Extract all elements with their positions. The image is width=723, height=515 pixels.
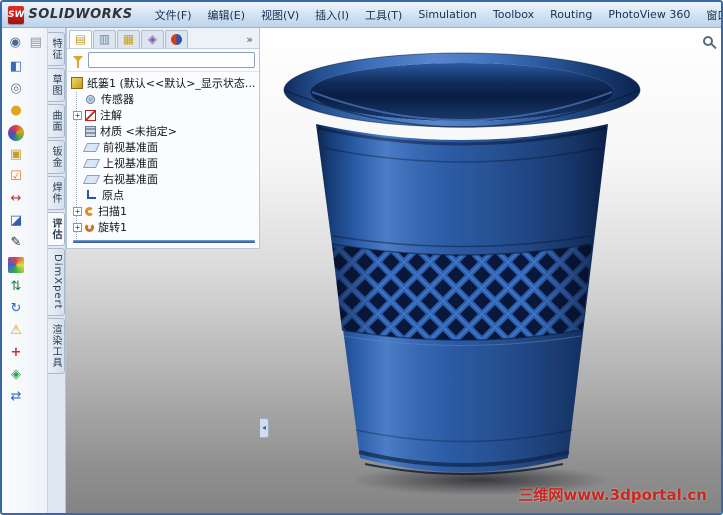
section-view-icon[interactable]: ◪: [6, 211, 26, 231]
expand-spacer: [73, 143, 82, 152]
displaymanager-icon: [171, 34, 182, 45]
pin-icon[interactable]: ◉: [6, 33, 25, 53]
menu-simulation[interactable]: Simulation: [410, 4, 485, 25]
tree-item-front-plane[interactable]: 前视基准面: [71, 139, 257, 155]
tab-dimxpert[interactable]: DimXpert: [48, 248, 65, 316]
menu-routing[interactable]: Routing: [542, 4, 600, 25]
bin-opening: [310, 63, 614, 121]
sensors-icon: [86, 94, 95, 104]
dimxpertmanager-tab[interactable]: ◈: [141, 30, 164, 48]
tree-item-top-plane[interactable]: 上视基准面: [71, 155, 257, 171]
tree-item-right-plane[interactable]: 右视基准面: [71, 171, 257, 187]
annotations-icon: [85, 109, 96, 121]
material-icon: [85, 125, 96, 137]
feature-filter-input[interactable]: [88, 52, 255, 68]
tree-item-origin[interactable]: 原点: [71, 187, 257, 203]
tab-sketch[interactable]: 草图: [48, 68, 65, 102]
menu-toolbox[interactable]: Toolbox: [485, 4, 542, 25]
expand-toggle[interactable]: +: [73, 222, 82, 232]
tree-item-label: 前视基准面: [103, 141, 158, 154]
tree-item-revolve1[interactable]: + 旋转1: [71, 219, 257, 235]
part-icon: [71, 77, 83, 89]
plane-icon: [82, 142, 101, 152]
tree-item-annotations[interactable]: + 注解: [71, 107, 257, 123]
tab-features[interactable]: 特征: [48, 32, 65, 66]
panel-tabs: ▤ ▥ ▦ ◈ »: [67, 28, 259, 49]
document-icon[interactable]: ▤: [27, 33, 46, 53]
configurationmanager-tab[interactable]: ▦: [117, 30, 140, 48]
menu-view[interactable]: 视图(V): [253, 3, 307, 27]
filter-row: [67, 49, 259, 72]
panel-overflow-chevron-icon[interactable]: »: [242, 33, 257, 46]
solidworks-window: SW SOLIDWORKS 文件(F) 编辑(E) 视图(V) 插入(I) 工具…: [0, 0, 723, 515]
menu-photoview360[interactable]: PhotoView 360: [600, 4, 698, 25]
tree-item-label: 注解: [100, 109, 122, 122]
menubar: SW SOLIDWORKS 文件(F) 编辑(E) 视图(V) 插入(I) 工具…: [2, 2, 721, 28]
displaymanager-tab[interactable]: [165, 30, 188, 48]
color-wheel-icon[interactable]: [8, 125, 24, 141]
tree-item-label: 上视基准面: [103, 157, 158, 170]
tree-item-sensors[interactable]: 传感器: [71, 91, 257, 107]
options-check-icon[interactable]: ☑: [6, 167, 26, 187]
tree-item-label: 原点: [102, 189, 124, 202]
expand-spacer: [73, 127, 82, 136]
featuremanager-panel: ▤ ▥ ▦ ◈ » 纸篓1 (默认<<默认>_显示状态... 传感器 + 注解 …: [66, 28, 260, 249]
graphics-area[interactable]: ▤ ▥ ▦ ◈ » 纸篓1 (默认<<默认>_显示状态... 传感器 + 注解 …: [66, 28, 721, 513]
menu-tools[interactable]: 工具(T): [357, 3, 410, 27]
expand-toggle[interactable]: +: [73, 110, 82, 120]
tree-item-sweep1[interactable]: + 扫描1: [71, 203, 257, 219]
sweep-icon: [85, 206, 94, 216]
tree-item-label: 扫描1: [98, 205, 127, 218]
plane-icon: [82, 174, 101, 184]
expand-spacer: [73, 175, 82, 184]
pen-icon[interactable]: ✎: [6, 233, 26, 253]
magnifier-icon[interactable]: [703, 36, 713, 46]
brand-title: SOLIDWORKS: [28, 7, 133, 22]
tab-weldments[interactable]: 焊件: [48, 176, 65, 210]
filter-funnel-icon: [73, 56, 83, 68]
left-toolbar: ◉ ▤ ◧ ◎ ● ▣ ☑ ↔ ◪ ✎ ⇅ ↻ ⚠ + ◈ ⇄: [2, 28, 48, 513]
sort-arrows-icon[interactable]: ⇅: [6, 277, 26, 297]
tab-sheetmetal[interactable]: 钣金: [48, 140, 65, 174]
tree-item-label: 右视基准面: [103, 173, 158, 186]
tree-root-label: 纸篓1 (默认<<默认>_显示状态...: [87, 77, 256, 90]
part-cube-icon[interactable]: ◧: [6, 57, 26, 77]
expand-spacer: [73, 159, 82, 168]
menu-insert[interactable]: 插入(I): [307, 3, 357, 27]
swap-icon[interactable]: ⇄: [6, 387, 26, 407]
origin-icon: [87, 189, 96, 199]
tree-item-label: 材质 <未指定>: [100, 125, 177, 138]
tree-root-item[interactable]: 纸篓1 (默认<<默认>_显示状态...: [71, 75, 257, 91]
revolve-icon: [85, 222, 94, 232]
featuremanager-tab[interactable]: ▤: [69, 30, 92, 48]
tree-item-label: 传感器: [101, 93, 134, 106]
menu-file[interactable]: 文件(F): [147, 3, 200, 27]
plane-icon: [82, 158, 101, 168]
crosshair-icon[interactable]: +: [6, 343, 26, 363]
appearance-icon[interactable]: ●: [6, 101, 26, 121]
tab-surfaces[interactable]: 曲面: [48, 104, 65, 138]
menu-edit[interactable]: 编辑(E): [200, 3, 254, 27]
expand-spacer: [73, 191, 82, 200]
diamond-icon[interactable]: ◈: [6, 365, 26, 385]
propertymanager-tab[interactable]: ▥: [93, 30, 116, 48]
target-icon[interactable]: ◎: [6, 79, 26, 99]
rollback-bar[interactable]: [73, 240, 255, 243]
tree-item-label: 旋转1: [98, 221, 127, 234]
tab-rendertools[interactable]: 渲染工具: [48, 317, 65, 374]
solidworks-logo-icon: SW: [8, 5, 25, 24]
expand-toggle[interactable]: +: [73, 206, 82, 216]
expand-spacer: [73, 95, 82, 104]
menu-window[interactable]: 窗口(W): [698, 3, 721, 27]
palette-icon[interactable]: [8, 257, 24, 273]
tab-evaluate[interactable]: 评估: [48, 212, 65, 246]
collapse-panel-icon[interactable]: ◂: [260, 418, 269, 438]
commandmanager-tabstrip: 特征 草图 曲面 钣金 焊件 评估 DimXpert 渲染工具: [48, 28, 66, 513]
tree-item-material[interactable]: 材质 <未指定>: [71, 123, 257, 139]
refresh-icon[interactable]: ↻: [6, 299, 26, 319]
measure-icon[interactable]: ↔: [6, 189, 26, 209]
feature-tree: 纸篓1 (默认<<默认>_显示状态... 传感器 + 注解 材质 <未指定> 前…: [67, 72, 259, 245]
scene-icon[interactable]: ▣: [6, 145, 26, 165]
warning-icon[interactable]: ⚠: [6, 321, 26, 341]
